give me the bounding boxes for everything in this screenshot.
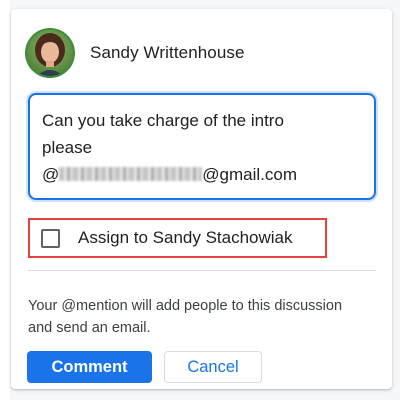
user-photo-avatar-icon — [25, 28, 75, 78]
comment-mention-line: @ @gmail.com — [42, 161, 362, 188]
redacted-email — [59, 167, 203, 181]
comment-text-line-2: please — [42, 138, 93, 157]
comment-text-line-1: Can you take charge of the intro — [42, 111, 284, 130]
email-domain: @gmail.com — [202, 165, 297, 184]
mention-at-sign: @ — [42, 165, 60, 184]
assign-checkbox[interactable] — [41, 228, 60, 248]
assign-option[interactable]: Assign to Sandy Stachowiak — [28, 218, 327, 258]
cancel-button[interactable]: Cancel — [164, 351, 262, 383]
comment-header: Sandy Writtenhouse — [25, 28, 245, 78]
author-name: Sandy Writtenhouse — [90, 43, 245, 62]
mention-note: Your @mention will add people to this di… — [28, 298, 343, 336]
divider — [28, 270, 376, 271]
comment-card: Sandy Writtenhouse Can you take charge o… — [11, 9, 392, 389]
avatar — [25, 28, 75, 78]
comment-button[interactable]: Comment — [27, 351, 152, 383]
comment-input[interactable]: Can you take charge of the intro please … — [28, 93, 376, 200]
assign-label: Assign to Sandy Stachowiak — [78, 228, 293, 247]
left-gutter — [0, 0, 10, 400]
